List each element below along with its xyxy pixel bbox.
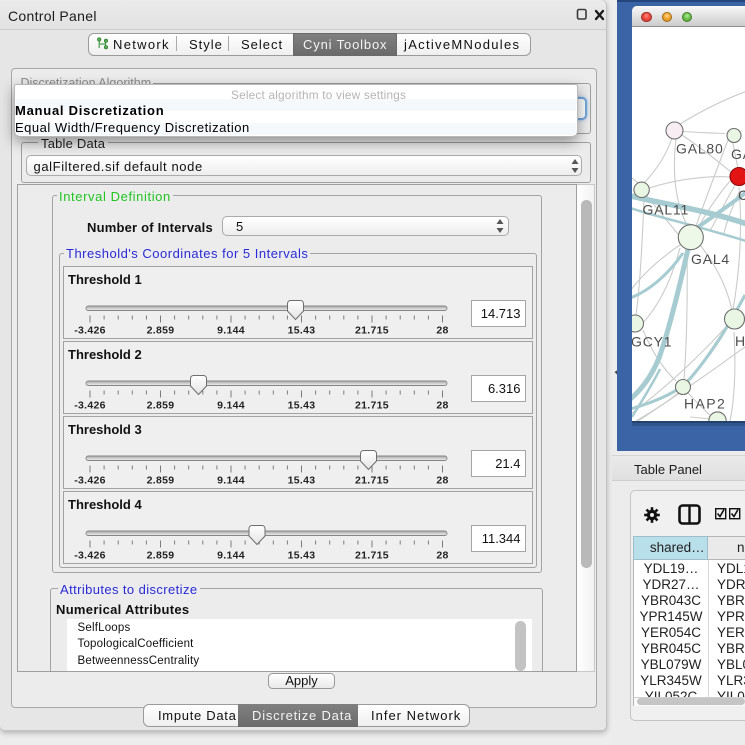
svg-text:2.859: 2.859 [147,325,175,337]
svg-text:-3.426: -3.426 [74,475,106,487]
svg-text:GAL4: GAL4 [691,251,730,267]
svg-text:CY: CY [738,187,745,203]
svg-text:2.859: 2.859 [147,475,175,487]
svg-text:9.144: 9.144 [217,475,245,487]
svg-text:9.144: 9.144 [217,550,245,562]
svg-text:28: 28 [436,475,448,487]
svg-text:GAL80: GAL80 [676,140,724,156]
svg-text:HAP2: HAP2 [684,395,726,411]
svg-text:GAL11: GAL11 [643,201,690,217]
svg-text:HI: HI [735,333,745,349]
svg-text:GCY1: GCY1 [632,333,672,349]
svg-text:15.43: 15.43 [288,325,316,337]
svg-text:21.715: 21.715 [355,550,389,562]
svg-text:21.715: 21.715 [355,400,389,412]
svg-text:28: 28 [436,325,448,337]
svg-text:28: 28 [436,400,448,412]
svg-text:21.715: 21.715 [355,325,389,337]
svg-text:-3.426: -3.426 [74,325,106,337]
svg-text:9.144: 9.144 [217,325,245,337]
svg-text:21.715: 21.715 [355,475,389,487]
svg-text:-3.426: -3.426 [74,400,106,412]
svg-text:GA: GA [731,146,745,162]
svg-text:9.144: 9.144 [217,400,245,412]
svg-text:15.43: 15.43 [288,400,316,412]
svg-text:-3.426: -3.426 [74,550,106,562]
svg-text:15.43: 15.43 [288,475,316,487]
svg-text:15.43: 15.43 [288,550,316,562]
svg-text:2.859: 2.859 [147,550,175,562]
svg-text:28: 28 [436,550,448,562]
svg-text:2.859: 2.859 [147,400,175,412]
